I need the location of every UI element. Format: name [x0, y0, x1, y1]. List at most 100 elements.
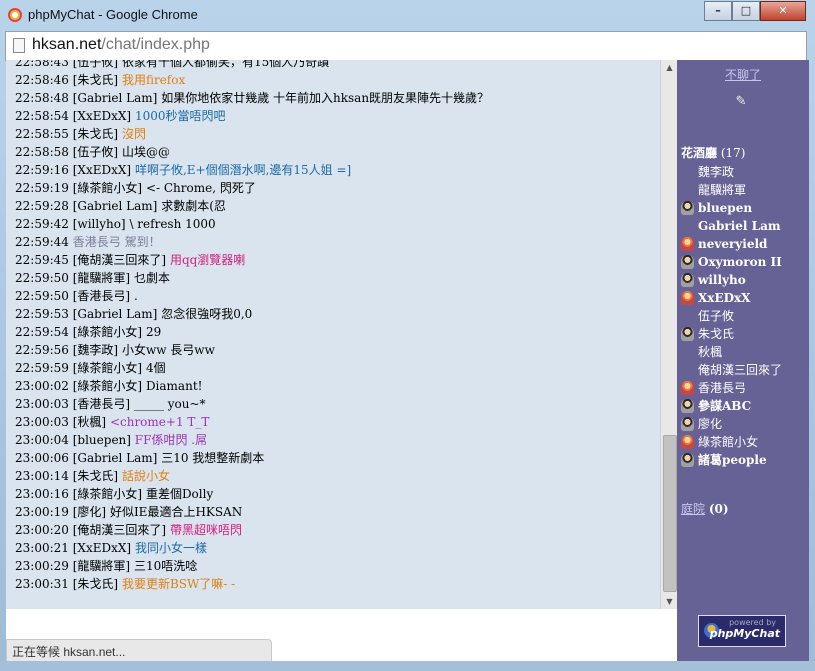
room-header[interactable]: 花酒廳 (17) [681, 144, 745, 161]
url-text[interactable]: hksan.net/chat/index.php [32, 36, 210, 54]
female-user-icon[interactable] [681, 381, 694, 395]
message-scrollbar[interactable]: ▲ ▼ [660, 60, 678, 609]
male-user-icon[interactable] [681, 201, 694, 215]
user-list-item[interactable]: 諸葛people [681, 451, 809, 469]
message-user[interactable]: [Gabriel Lam] [73, 451, 158, 465]
message-user[interactable]: [XxEDxX] [73, 541, 131, 555]
user-list-item[interactable]: 龍驥將軍 [681, 181, 809, 199]
scroll-up-arrow-icon[interactable]: ▲ [661, 60, 678, 75]
user-name[interactable]: 廖化 [698, 415, 722, 433]
message-row: 23:00:14 [朱戈氏] 話說小女 [15, 467, 666, 485]
user-list-item[interactable]: 朱戈氏 [681, 325, 809, 343]
female-user-icon[interactable] [681, 237, 694, 251]
message-text: 乜劇本 [133, 271, 170, 285]
message-user[interactable]: [Gabriel Lam] [73, 199, 158, 213]
address-bar[interactable]: hksan.net/chat/index.php [5, 31, 807, 61]
user-list-item[interactable]: 參謀ABC [681, 397, 809, 415]
message-user[interactable]: [朱戈氏] [73, 127, 118, 141]
message-user[interactable]: [廖化] [73, 505, 106, 519]
user-name[interactable]: 參謀ABC [698, 397, 751, 415]
female-user-icon[interactable] [681, 435, 694, 449]
user-list-item[interactable]: Oxymoron II [681, 253, 809, 271]
message-user[interactable]: [龍驥將軍] [73, 559, 130, 573]
user-list-item[interactable]: 綠茶館小女 [681, 433, 809, 451]
message-text: 4個 [145, 361, 166, 375]
user-name[interactable]: 香港長弓 [698, 379, 746, 397]
user-name[interactable]: neveryield [698, 235, 767, 253]
message-user[interactable]: [Gabriel Lam] [73, 307, 158, 321]
male-user-icon[interactable] [681, 327, 694, 341]
user-list: 魏李政 龍驥將軍 bluepen Gabriel Lam neveryield Oxymo… [681, 163, 809, 469]
user-name[interactable]: Oxymoron II [698, 253, 782, 271]
user-name[interactable]: 諸葛people [698, 451, 767, 469]
user-list-item[interactable]: 秋楓 [681, 343, 809, 361]
user-list-item[interactable]: XxEDxX [681, 289, 809, 307]
user-name[interactable]: XxEDxX [698, 289, 750, 307]
male-user-icon[interactable] [681, 417, 694, 431]
user-name[interactable]: 綠茶館小女 [698, 433, 758, 451]
male-user-icon[interactable] [681, 399, 694, 413]
close-button[interactable]: ✕ [760, 1, 806, 21]
message-user[interactable]: [綠茶館小女] [73, 181, 142, 195]
user-list-item[interactable]: 魏李政 [681, 163, 809, 181]
scroll-thumb[interactable] [663, 435, 677, 592]
message-user[interactable]: [香港長弓] [73, 397, 130, 411]
male-user-icon[interactable] [681, 255, 694, 269]
other-room[interactable]: 庭院 (0) [681, 500, 729, 517]
user-name[interactable]: 俺胡漢三回來了 [698, 361, 782, 379]
message-time: 23:00:14 [15, 469, 69, 483]
female-user-icon[interactable] [681, 291, 694, 305]
message-user[interactable]: [朱戈氏] [73, 469, 118, 483]
maximize-button[interactable]: □ [732, 1, 760, 21]
user-list-item[interactable]: 俺胡漢三回來了 [681, 361, 809, 379]
user-name[interactable]: 朱戈氏 [698, 325, 734, 343]
user-list-item[interactable]: 廖化 [681, 415, 809, 433]
user-list-item[interactable]: 伍子攸 [681, 307, 809, 325]
message-user[interactable]: [XxEDxX] [73, 109, 131, 123]
user-list-item[interactable]: bluepen [681, 199, 809, 217]
user-name[interactable]: Gabriel Lam [698, 217, 781, 235]
male-user-icon[interactable] [681, 273, 694, 287]
user-list-item[interactable]: 香港長弓 [681, 379, 809, 397]
message-user[interactable]: [俺胡漢三回來了] [73, 523, 166, 537]
message-user[interactable]: [龍驥將軍] [73, 271, 130, 285]
message-user[interactable]: [朱戈氏] [73, 577, 118, 591]
user-list-item[interactable]: neveryield [681, 235, 809, 253]
message-user[interactable]: [伍子攸] [73, 145, 118, 159]
message-user[interactable]: [香港長弓] [73, 289, 130, 303]
pin-icon[interactable]: ✎ [732, 94, 750, 112]
user-name[interactable]: willyho [698, 271, 746, 289]
message-user[interactable]: [Gabriel Lam] [73, 91, 158, 105]
message-user[interactable]: [bluepen] [73, 433, 131, 447]
message-user[interactable]: [魏李政] [73, 343, 118, 357]
other-room-link[interactable]: 庭院 [681, 502, 705, 516]
message-user[interactable]: [綠茶館小女] [73, 325, 142, 339]
window-title: phpMyChat - Google Chrome [28, 7, 198, 22]
male-user-icon[interactable] [681, 453, 694, 467]
message-user[interactable]: [XxEDxX] [73, 163, 131, 177]
message-user[interactable]: [朱戈氏] [73, 73, 118, 87]
user-list-item[interactable]: Gabriel Lam [681, 217, 809, 235]
user-name[interactable]: 魏李政 [698, 163, 734, 181]
message-text: 沒閃 [121, 127, 146, 141]
exit-link[interactable]: 不聊了 [677, 66, 809, 83]
scroll-down-arrow-icon[interactable]: ▼ [661, 594, 678, 609]
message-user[interactable]: [綠茶館小女] [73, 487, 142, 501]
message-time: 23:00:21 [15, 541, 69, 555]
message-row: 22:58:58 [伍子攸] 山埃@@ [15, 143, 666, 161]
user-list-item[interactable]: willyho [681, 271, 809, 289]
phpmychat-logo[interactable]: powered by phpMyChat [698, 615, 786, 647]
message-user[interactable]: [秋楓] [73, 415, 106, 429]
user-name[interactable]: bluepen [698, 199, 752, 217]
message-text: 如果你地依家廿幾歲 十年前加入hksan既朋友果陣先十幾歲？ [161, 91, 490, 105]
user-name[interactable]: 秋楓 [698, 343, 722, 361]
message-user[interactable]: [俺胡漢三回來了] [73, 253, 166, 267]
message-user[interactable]: [伍子攸] [73, 60, 118, 69]
message-user[interactable]: [綠茶館小女] [73, 361, 142, 375]
user-name[interactable]: 龍驥將軍 [698, 181, 746, 199]
minimize-button[interactable]: – [704, 1, 732, 21]
message-user[interactable]: [綠茶館小女] [73, 379, 142, 393]
message-user[interactable]: [willyho] [73, 217, 126, 231]
user-name[interactable]: 伍子攸 [698, 307, 734, 325]
message-time: 22:59:16 [15, 163, 69, 177]
